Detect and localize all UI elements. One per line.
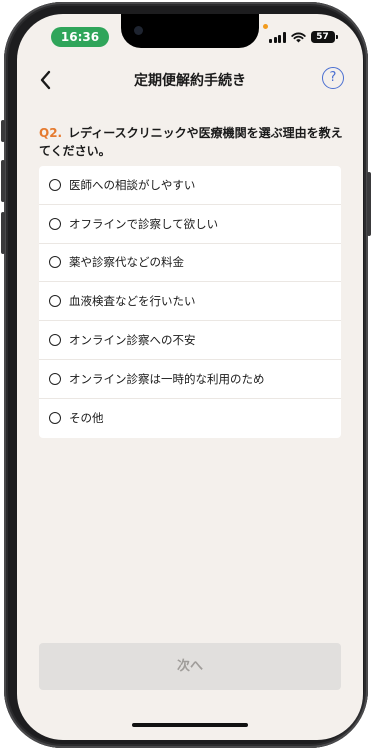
next-button[interactable]: 次へ bbox=[39, 643, 341, 690]
privacy-indicator-dot bbox=[263, 24, 268, 29]
page-title: 定期便解約手続き bbox=[134, 73, 246, 89]
option-item[interactable]: 医師への相談がしやすい bbox=[39, 166, 341, 205]
option-label: その他 bbox=[69, 411, 104, 426]
option-item[interactable]: その他 bbox=[39, 399, 341, 438]
power-button bbox=[367, 172, 371, 236]
phone-frame: 16:36 57 定期便解約手続き ? Q2. レディースクリニックや医療機関を選… bbox=[1, 2, 371, 748]
option-item[interactable]: 血液検査などを行いたい bbox=[39, 282, 341, 322]
radio-empty-icon[interactable] bbox=[49, 256, 61, 269]
option-label: オフラインで診察して欲しい bbox=[69, 216, 219, 231]
option-label: 薬や診察代などの料金 bbox=[69, 255, 184, 270]
cellular-signal-icon bbox=[269, 31, 286, 43]
radio-empty-icon[interactable] bbox=[49, 217, 61, 230]
front-camera bbox=[134, 26, 143, 35]
option-label: 血液検査などを行いたい bbox=[69, 294, 196, 309]
home-indicator bbox=[132, 723, 248, 727]
help-circle-icon[interactable]: ? bbox=[322, 67, 344, 89]
question-text: レディースクリニックや医療機関を選ぶ理由を教えてください。 bbox=[39, 126, 343, 158]
battery-icon: 57 bbox=[310, 31, 338, 43]
volume-down-button bbox=[1, 212, 5, 254]
question-block: Q2. レディースクリニックや医療機関を選ぶ理由を教えてください。 bbox=[39, 124, 343, 160]
header: 定期便解約手続き ? bbox=[17, 60, 363, 100]
silent-switch bbox=[1, 120, 5, 142]
screen: 16:36 57 定期便解約手続き ? Q2. レディースクリニックや医療機関を選… bbox=[17, 14, 363, 740]
radio-empty-icon[interactable] bbox=[49, 334, 61, 347]
question-number: Q2. bbox=[39, 126, 63, 140]
option-item[interactable]: オフラインで診察して欲しい bbox=[39, 205, 341, 244]
radio-empty-icon[interactable] bbox=[49, 412, 61, 425]
status-icons: 57 bbox=[269, 28, 338, 46]
wifi-icon bbox=[290, 32, 306, 42]
option-label: オンライン診察への不安 bbox=[69, 333, 196, 348]
radio-empty-icon[interactable] bbox=[49, 178, 61, 191]
option-item[interactable]: オンライン診察は一時的な利用のため bbox=[39, 360, 341, 399]
option-item[interactable]: オンライン診察への不安 bbox=[39, 321, 341, 360]
option-label: 医師への相談がしやすい bbox=[69, 177, 196, 192]
options-list: 医師への相談がしやすい オフラインで診察して欲しい 薬や診察代などの料金 血液検… bbox=[39, 166, 341, 438]
option-item[interactable]: 薬や診察代などの料金 bbox=[39, 244, 341, 283]
status-time: 16:36 bbox=[51, 27, 109, 47]
volume-up-button bbox=[1, 160, 5, 202]
radio-empty-icon[interactable] bbox=[49, 295, 61, 308]
option-label: オンライン診察は一時的な利用のため bbox=[69, 371, 265, 386]
radio-empty-icon[interactable] bbox=[49, 372, 61, 385]
